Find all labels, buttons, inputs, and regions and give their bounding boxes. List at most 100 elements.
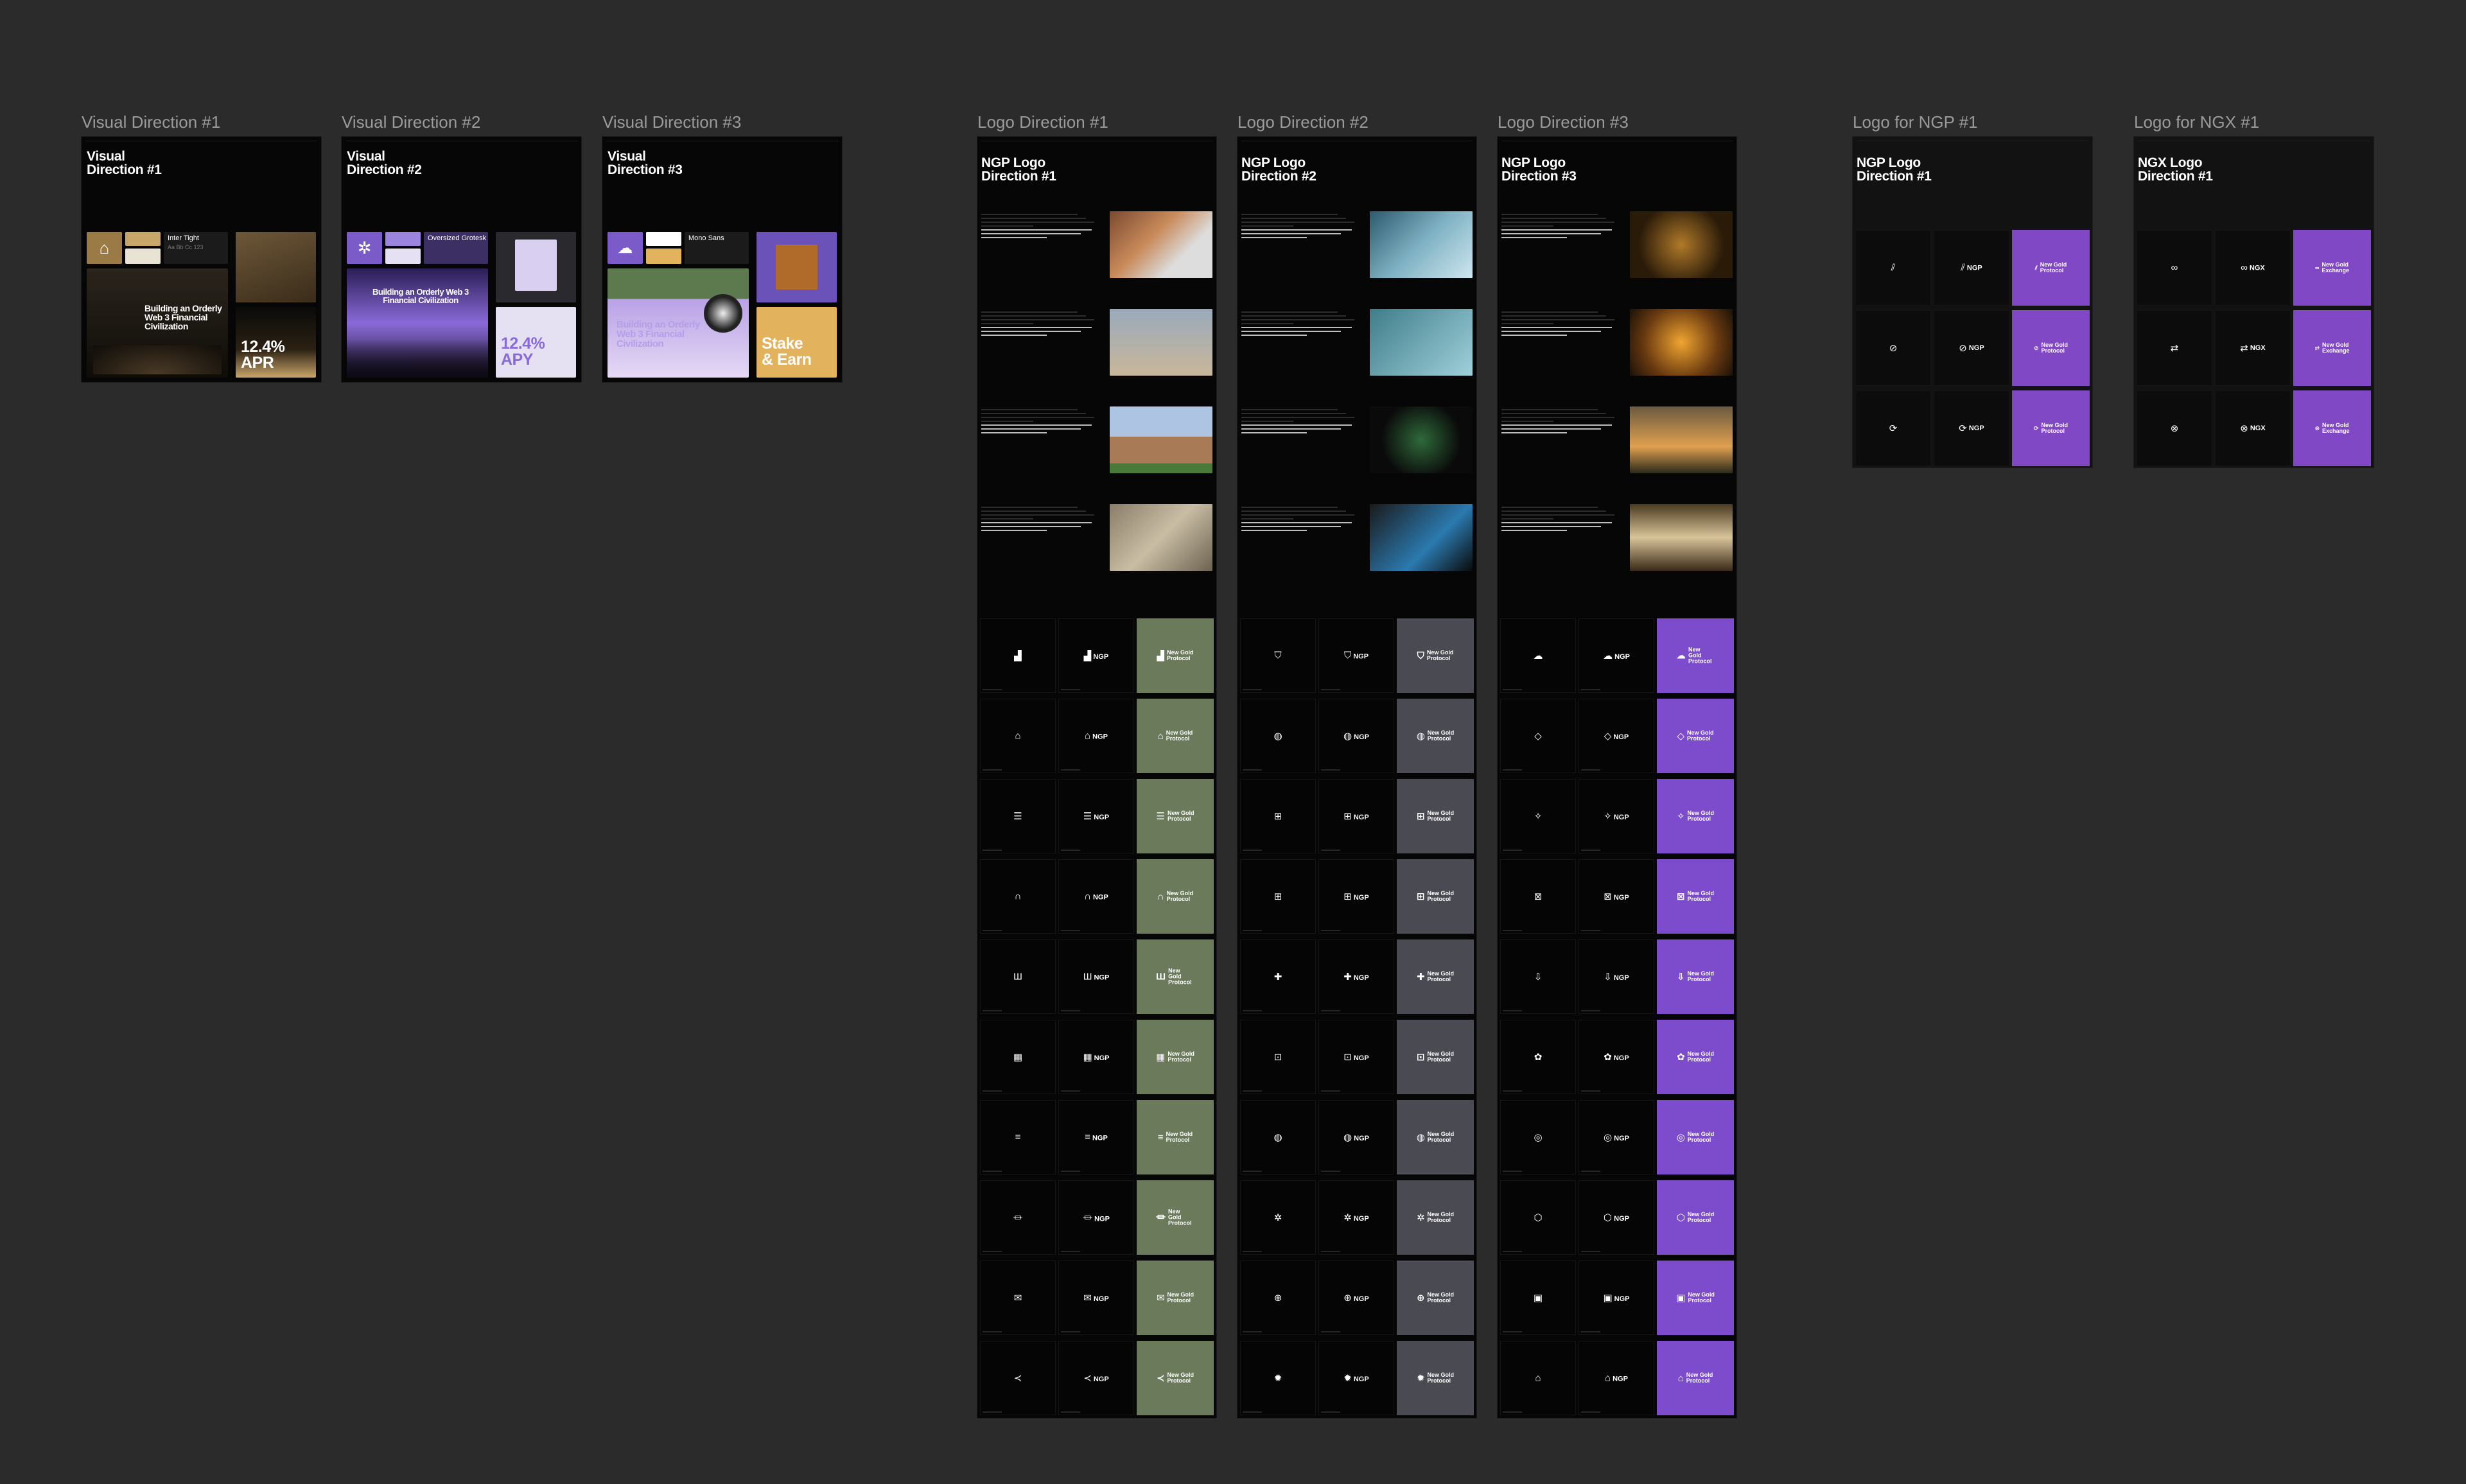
logo-lockup-cell[interactable]: ⌂ New Gold Protocol [1137,699,1214,773]
logo-lockup-cell[interactable]: ◎ New Gold Protocol [1657,1100,1734,1174]
logo-symbol-cell[interactable]: ⊞ [1240,859,1316,934]
logo-wordmark-cell[interactable]: ⟳ NGP [1934,390,2009,466]
logo-lockup-cell[interactable]: ⊗ New Gold Exchange [2293,390,2371,466]
logo-lockup-cell[interactable]: ⇄ New Gold Exchange [2293,310,2371,386]
logo-lockup-cell[interactable]: ✉ New Gold Protocol [1137,1261,1214,1335]
logo-lockup-cell[interactable]: ◍ New Gold Protocol [1397,699,1474,773]
logo-lockup-cell[interactable]: ∩ New Gold Protocol [1137,859,1214,934]
logo-lockup-cell[interactable]: ⛉ New Gold Protocol [1397,618,1474,693]
logo-wordmark-cell[interactable]: ▣ NGP [1578,1261,1654,1335]
logo-wordmark-cell[interactable]: ◎ NGP [1578,1100,1654,1174]
logo-wordmark-cell[interactable]: ⊞ NGP [1318,779,1394,853]
frame-label-logo-direction-2[interactable]: Logo Direction #2 [1237,112,1369,132]
logo-symbol-cell[interactable]: ✹ [1240,1341,1316,1415]
logo-wordmark-cell[interactable]: ✿ NGP [1578,1020,1654,1094]
logo-symbol-cell[interactable]: ◍ [1240,699,1316,773]
frame-label-visual-direction-1[interactable]: Visual Direction #1 [82,112,220,132]
logo-lockup-cell[interactable]: ✿ New Gold Protocol [1657,1020,1734,1094]
logo-wordmark-cell[interactable]: ⬡ NGP [1578,1180,1654,1255]
logo-lockup-cell[interactable]: Ш New Gold Protocol [1137,939,1214,1014]
logo-lockup-cell[interactable]: ✧ New Gold Protocol [1657,779,1734,853]
logo-lockup-cell[interactable]: ▣ New Gold Protocol [1657,1261,1734,1335]
logo-symbol-cell[interactable]: ✧ [1500,779,1576,853]
logo-lockup-cell[interactable]: ▟ New Gold Protocol [1137,618,1214,693]
logo-lockup-cell[interactable]: ⊞ New Gold Protocol [1397,859,1474,934]
logo-wordmark-cell[interactable]: ⇩ NGP [1578,939,1654,1014]
logo-wordmark-cell[interactable]: ⌂ NGP [1058,699,1134,773]
logo-symbol-cell[interactable]: ⬡ [1500,1180,1576,1255]
logo-wordmark-cell[interactable]: ≡ NGP [1058,1100,1134,1174]
logo-symbol-cell[interactable]: ▣ [1500,1261,1576,1335]
logo-wordmark-cell[interactable]: ⛉ NGP [1318,618,1394,693]
logo-wordmark-cell[interactable]: ⊡ NGP [1318,1020,1394,1094]
logo-lockup-cell[interactable]: ⏛ New Gold Protocol [1137,1180,1214,1255]
logo-lockup-cell[interactable]: ≡ New Gold Protocol [1137,1100,1214,1174]
logo-symbol-cell[interactable]: ☁ [1500,618,1576,693]
logo-wordmark-cell[interactable]: ✚ NGP [1318,939,1394,1014]
logo-lockup-cell[interactable]: ⫽ New Gold Protocol [2012,230,2090,306]
logo-symbol-cell[interactable]: ◍ [1240,1100,1316,1174]
logo-lockup-cell[interactable]: ⊕ New Gold Protocol [1397,1261,1474,1335]
frame-logo-for-ngx[interactable]: NGX Logo Direction #1 ∞ ∞ NGX ∞ New Gold Exc… [2134,137,2374,467]
frame-visual-direction-2[interactable]: Visual Direction #2 ✲ Oversized Grotesk … [342,137,581,382]
logo-symbol-cell[interactable]: ⊡ [1240,1020,1316,1094]
logo-wordmark-cell[interactable]: ⊘ NGP [1934,310,2009,386]
frame-label-visual-direction-2[interactable]: Visual Direction #2 [342,112,480,132]
logo-wordmark-cell[interactable]: ⊕ NGP [1318,1261,1394,1335]
logo-symbol-cell[interactable]: ⫽ [1855,230,1931,306]
frame-label-logo-direction-1[interactable]: Logo Direction #1 [977,112,1108,132]
logo-symbol-cell[interactable]: ⌂ [980,699,1056,773]
logo-wordmark-cell[interactable]: ◍ NGP [1318,1100,1394,1174]
logo-wordmark-cell[interactable]: ✉ NGP [1058,1261,1134,1335]
logo-lockup-cell[interactable]: ◇ New Gold Protocol [1657,699,1734,773]
frame-logo-direction-2[interactable]: NGP Logo Direction #2 ⛉ ⛉ NGP ⛉ New Gold Pro… [1237,137,1476,1418]
logo-symbol-cell[interactable]: ⇄ [2137,310,2212,386]
logo-lockup-cell[interactable]: ✲ New Gold Protocol [1397,1180,1474,1255]
logo-lockup-cell[interactable]: ⊠ New Gold Protocol [1657,859,1734,934]
logo-wordmark-cell[interactable]: ⊗ NGX [2215,390,2291,466]
frame-label-logo-direction-3[interactable]: Logo Direction #3 [1498,112,1629,132]
logo-symbol-cell[interactable]: ≺ [980,1341,1056,1415]
logo-lockup-cell[interactable]: ▦ New Gold Protocol [1137,1020,1214,1094]
logo-lockup-cell[interactable]: ⟳ New Gold Protocol [2012,390,2090,466]
logo-wordmark-cell[interactable]: ⏛ NGP [1058,1180,1134,1255]
logo-wordmark-cell[interactable]: ☰ NGP [1058,779,1134,853]
logo-symbol-cell[interactable]: ⊘ [1855,310,1931,386]
logo-wordmark-cell[interactable]: ◍ NGP [1318,699,1394,773]
logo-symbol-cell[interactable]: ☰ [980,779,1056,853]
logo-lockup-cell[interactable]: ⊡ New Gold Protocol [1397,1020,1474,1094]
frame-logo-direction-1[interactable]: NGP Logo Direction #1 ▟ ▟ NGP ▟ New Gold Pro… [977,137,1216,1418]
logo-lockup-cell[interactable]: ∞ New Gold Exchange [2293,230,2371,306]
logo-lockup-cell[interactable]: ⬡ New Gold Protocol [1657,1180,1734,1255]
logo-lockup-cell[interactable]: ✚ New Gold Protocol [1397,939,1474,1014]
logo-wordmark-cell[interactable]: ⊠ NGP [1578,859,1654,934]
logo-symbol-cell[interactable]: ∩ [980,859,1056,934]
logo-symbol-cell[interactable]: ⊗ [2137,390,2212,466]
logo-wordmark-cell[interactable]: ▟ NGP [1058,618,1134,693]
frame-visual-direction-1[interactable]: Visual Direction #1 ⌂ Inter Tight Aa Bb … [82,137,321,382]
logo-lockup-cell[interactable]: ☰ New Gold Protocol [1137,779,1214,853]
logo-symbol-cell[interactable]: ✲ [1240,1180,1316,1255]
logo-lockup-cell[interactable]: ⌂ New Gold Protocol [1657,1341,1734,1415]
logo-lockup-cell[interactable]: ⊘ New Gold Protocol [2012,310,2090,386]
logo-symbol-cell[interactable]: ⊞ [1240,779,1316,853]
logo-wordmark-cell[interactable]: ⊞ NGP [1318,859,1394,934]
logo-symbol-cell[interactable]: ✿ [1500,1020,1576,1094]
logo-symbol-cell[interactable]: Ш [980,939,1056,1014]
logo-symbol-cell[interactable]: ⏛ [980,1180,1056,1255]
logo-lockup-cell[interactable]: ≺ New Gold Protocol [1137,1341,1214,1415]
logo-lockup-cell[interactable]: ✹ New Gold Protocol [1397,1341,1474,1415]
logo-symbol-cell[interactable]: ≡ [980,1100,1056,1174]
logo-symbol-cell[interactable]: ⟳ [1855,390,1931,466]
logo-symbol-cell[interactable]: ⛉ [1240,618,1316,693]
logo-wordmark-cell[interactable]: ⇄ NGX [2215,310,2291,386]
logo-wordmark-cell[interactable]: ⫽ NGP [1934,230,2009,306]
frame-visual-direction-3[interactable]: Visual Direction #3 ☁ Mono Sans Building… [602,137,842,382]
logo-wordmark-cell[interactable]: ✲ NGP [1318,1180,1394,1255]
logo-symbol-cell[interactable]: ✚ [1240,939,1316,1014]
frame-label-logo-for-ngx[interactable]: Logo for NGX #1 [2134,112,2259,132]
logo-symbol-cell[interactable]: ▟ [980,618,1056,693]
logo-symbol-cell[interactable]: ⊕ [1240,1261,1316,1335]
logo-lockup-cell[interactable]: ◍ New Gold Protocol [1397,1100,1474,1174]
logo-lockup-cell[interactable]: ⊞ New Gold Protocol [1397,779,1474,853]
